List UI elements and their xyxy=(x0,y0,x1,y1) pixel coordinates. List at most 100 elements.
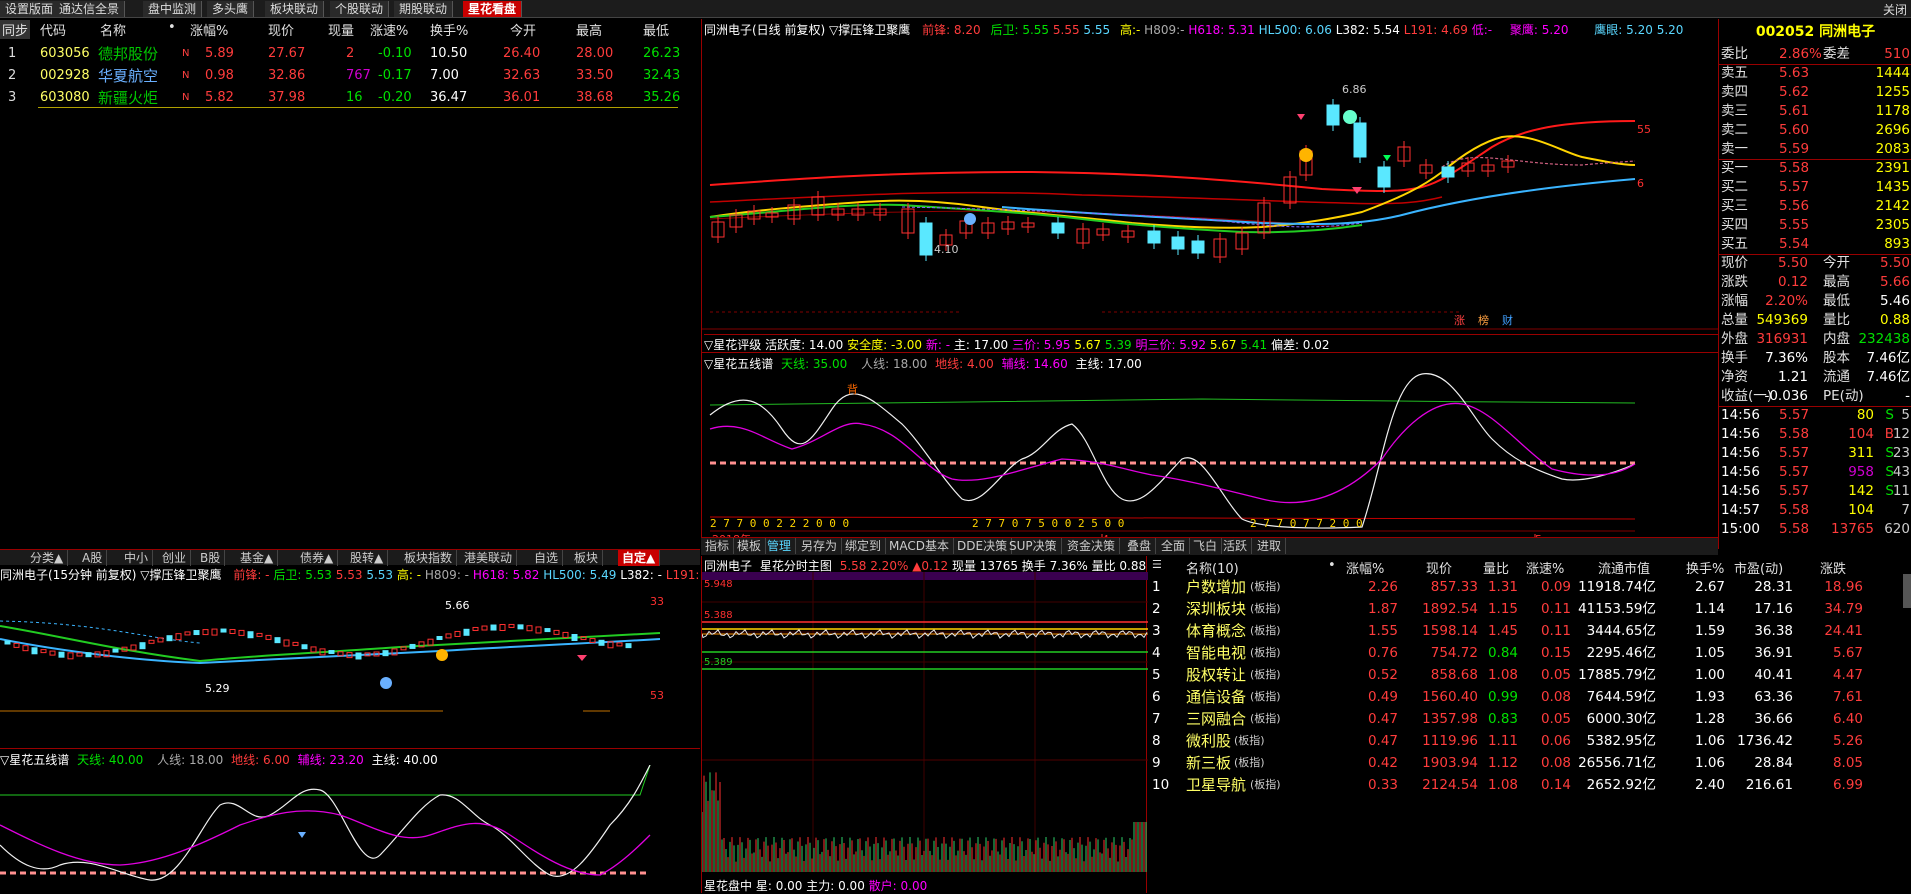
board-row[interactable]: 10 卫星导航 (板指) 0.33 2124.54 1.08 0.14 2652.92亿 2.4… xyxy=(1148,774,1898,796)
tick-row[interactable]: 14:56 5.57 311 S 23 xyxy=(1719,444,1911,463)
col-code[interactable]: 代码 xyxy=(40,20,66,39)
stat-row[interactable]: 净资 1.21 流通 7.46亿 xyxy=(1719,368,1911,387)
function-tab-4[interactable]: 绑定到 xyxy=(841,538,887,554)
tick-row[interactable]: 14:56 5.57 958 S 43 xyxy=(1719,463,1911,482)
function-tab-13[interactable]: 进取 xyxy=(1253,538,1287,554)
board-row[interactable]: 5 股权转让 (板指) 0.52 858.68 1.08 0.05 17885.79亿 1.00… xyxy=(1148,664,1898,686)
col-volume[interactable]: 现量 xyxy=(328,20,354,39)
signal-gem-icon[interactable] xyxy=(1343,110,1357,124)
board-menu-icon[interactable]: ☰ xyxy=(1152,558,1162,571)
stat-row[interactable]: 总量 549369 量比 0.88 xyxy=(1719,311,1911,330)
intraday-title[interactable]: 星花分时主图 xyxy=(760,559,832,573)
tab-xinghua-board[interactable]: 星花看盘 xyxy=(463,1,523,17)
buy-row[interactable]: 买一 5.58 2391 xyxy=(1719,159,1911,178)
function-tab-12[interactable]: 活跃 xyxy=(1219,538,1253,554)
candlestick-chart[interactable]: 6.86 4.10 55 6 涨 榜 财 xyxy=(702,37,1719,332)
board-row[interactable]: 8 微利股 (板指) 0.47 1119.96 1.11 0.06 5382.95亿 1.06 1… xyxy=(1148,730,1898,752)
finance-icon[interactable]: 财 xyxy=(1502,313,1513,327)
board-col-mv[interactable]: 流通市值 xyxy=(1598,558,1650,577)
board-row[interactable]: 6 通信设备 (板指) 0.49 1560.40 0.99 0.08 7644.59亿 1.93… xyxy=(1148,686,1898,708)
tab-tdx-panorama[interactable]: 通达信全景 xyxy=(54,1,126,17)
footer-label[interactable]: 星花盘中 xyxy=(704,879,752,893)
watch-row[interactable]: 1 603056 德邦股份 N 5.89 27.67 2 -0.10 10.50 26.40 28.… xyxy=(0,43,700,65)
col-high[interactable]: 最高 xyxy=(576,20,602,39)
tab-intraday-monitor[interactable]: 盘中监测 xyxy=(143,1,203,17)
market-tab-5[interactable]: 基金▲ xyxy=(236,550,279,566)
board-col-name[interactable]: 名称(10) xyxy=(1186,558,1239,577)
sell-row[interactable]: 卖五 5.63 1444 xyxy=(1719,64,1911,83)
function-tab-3[interactable]: 另存为 xyxy=(797,538,843,554)
stock-name[interactable]: 同洲电子 xyxy=(1819,24,1875,40)
board-col-speed[interactable]: 涨速% xyxy=(1526,558,1564,577)
col-low[interactable]: 最低 xyxy=(643,20,669,39)
oscillator-chart[interactable]: 背 2 7 7 0 0 2 2 2 0 0 0 2 7 7 0 7 5 0 0 … xyxy=(702,369,1719,550)
tick-row[interactable]: 14:56 5.57 80 S 5 xyxy=(1719,406,1911,425)
market-tab-2[interactable]: 中小 xyxy=(120,550,154,566)
board-col-price[interactable]: 现价 xyxy=(1426,558,1452,577)
mini-chart-title[interactable]: 同洲电子(15分钟 前复权) ▽撑压锋卫聚鹰 xyxy=(0,568,222,582)
col-price[interactable]: 现价 xyxy=(268,20,294,39)
intraday-chart[interactable]: 5.948 5.388 5.389 xyxy=(702,572,1148,877)
stat-row[interactable]: 收益(一) -0.036 PE(动) - xyxy=(1719,387,1911,406)
col-change-pct[interactable]: 涨幅% xyxy=(190,20,228,39)
board-col-ratio[interactable]: 量比 xyxy=(1483,558,1509,577)
function-tab-1[interactable]: 模板 xyxy=(733,538,767,554)
market-tab-3[interactable]: 创业 xyxy=(158,550,192,566)
stat-row[interactable]: 涨幅 2.20% 最低 5.46 xyxy=(1719,292,1911,311)
sell-row[interactable]: 卖四 5.62 1255 xyxy=(1719,83,1911,102)
market-tab-4[interactable]: B股 xyxy=(196,550,226,566)
tick-row[interactable]: 14:56 5.58 104 B 12 xyxy=(1719,425,1911,444)
market-tab-9[interactable]: 港美联动 xyxy=(460,550,518,566)
rating-title[interactable]: ▽星花评级 xyxy=(704,338,761,352)
market-tab-10[interactable]: 自选 xyxy=(530,550,564,566)
buy-row[interactable]: 买三 5.56 2142 xyxy=(1719,197,1911,216)
function-tab-6[interactable]: DDE决策 xyxy=(953,538,1013,554)
tab-sector-link[interactable]: 板块联动 xyxy=(265,1,325,17)
close-button[interactable]: 关闭 xyxy=(1883,1,1907,18)
col-speed[interactable]: 涨速% xyxy=(370,20,408,39)
buy-row[interactable]: 买五 5.54 893 xyxy=(1719,235,1911,254)
market-tab-1[interactable]: A股 xyxy=(78,550,108,566)
col-name[interactable]: 名称 xyxy=(100,20,126,39)
board-row[interactable]: 3 体育概念 (板指) 1.55 1598.14 1.45 0.11 3444.65亿 1.59… xyxy=(1148,620,1898,642)
board-col-pe[interactable]: 市盈(动) xyxy=(1734,558,1783,577)
function-tab-11[interactable]: 飞白 xyxy=(1189,538,1223,554)
function-tab-7[interactable]: SUP决策 xyxy=(1005,538,1062,554)
mini-coin-icon[interactable] xyxy=(436,649,448,661)
tab-futures-link[interactable]: 期股联动 xyxy=(394,1,454,17)
board-row[interactable]: 7 三网融合 (板指) 0.47 1357.98 0.83 0.05 6000.30亿 1.28… xyxy=(1148,708,1898,730)
mini-blue-orb-icon[interactable] xyxy=(380,677,392,689)
stat-row[interactable]: 外盘 316931 内盘 232438 xyxy=(1719,330,1911,349)
blue-orb-icon[interactable] xyxy=(964,213,976,225)
col-turnover[interactable]: 换手% xyxy=(430,20,468,39)
market-tab-0[interactable]: 分类▲ xyxy=(26,550,69,566)
mini-oscillator-chart[interactable] xyxy=(0,765,700,894)
col-open[interactable]: 今开 xyxy=(510,20,536,39)
watch-row[interactable]: 3 603080 新疆火炬 N 5.82 37.98 16 -0.20 36.47 36.01 38… xyxy=(0,87,700,109)
stat-row[interactable]: 涨跌 0.12 最高 5.66 xyxy=(1719,273,1911,292)
tick-row[interactable]: 14:56 5.57 142 S 11 xyxy=(1719,482,1911,501)
tick-row[interactable]: 15:00 5.58 13765 620 xyxy=(1719,520,1911,539)
market-tab-12[interactable]: 自定▲ xyxy=(618,550,661,566)
signal-coin-icon[interactable] xyxy=(1299,148,1313,162)
function-tab-2[interactable]: 管理 xyxy=(763,538,797,554)
rise-icon[interactable]: 涨 xyxy=(1454,314,1465,327)
order-ratio-row[interactable]: 委比 2.86% 委差 510 xyxy=(1719,45,1911,64)
function-tab-0[interactable]: 指标 xyxy=(701,538,735,554)
board-scrollbar[interactable] xyxy=(1903,574,1911,608)
watch-row[interactable]: 2 002928 华夏航空 N 0.98 32.86 767 -0.17 7.00 32.63 33… xyxy=(0,65,700,87)
board-row[interactable]: 1 户数增加 (板指) 2.26 857.33 1.31 0.09 11918.74亿 2.67… xyxy=(1148,576,1898,598)
board-row[interactable]: 4 智能电视 (板指) 0.76 754.72 0.84 0.15 2295.46亿 1.05 3… xyxy=(1148,642,1898,664)
board-col-chg[interactable]: 涨幅% xyxy=(1346,558,1384,577)
function-tab-5[interactable]: MACD基本 xyxy=(885,538,954,554)
tab-bull-eagle[interactable]: 多头鹰 xyxy=(207,1,255,17)
sell-row[interactable]: 卖二 5.60 2696 xyxy=(1719,121,1911,140)
board-row[interactable]: 9 新三板 (板指) 0.42 1903.94 1.12 0.08 26556.71亿 1.06… xyxy=(1148,752,1898,774)
market-tab-6[interactable]: 债券▲ xyxy=(296,550,339,566)
function-tab-10[interactable]: 全面 xyxy=(1157,538,1191,554)
board-col-turn[interactable]: 换手% xyxy=(1686,558,1724,577)
main-chart-title[interactable]: 同洲电子(日线 前复权) ▽撑压锋卫聚鹰 xyxy=(704,23,910,37)
market-tab-7[interactable]: 股转▲ xyxy=(346,550,389,566)
tab-layout-settings[interactable]: 设置版面 xyxy=(0,1,60,17)
intraday-stock[interactable]: 同洲电子 xyxy=(704,559,752,573)
